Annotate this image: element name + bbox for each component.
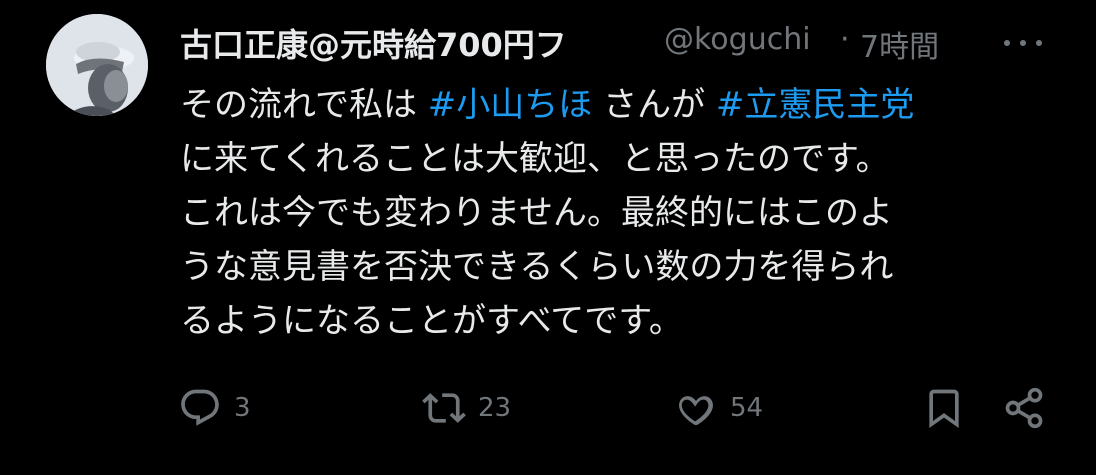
share-button[interactable] — [1002, 380, 1046, 436]
share-icon — [1005, 387, 1043, 429]
user-handle[interactable]: @koguchi — [664, 22, 838, 57]
tweet-text-segment: うな意見書を否決できるくらい数の力を得られ — [180, 247, 894, 287]
display-name[interactable]: 古口正康@元時給700円フ — [180, 20, 645, 66]
tweet-text-line: うな意見書を否決できるくらい数の力を得られ — [180, 240, 1030, 294]
bookmark-icon — [929, 389, 959, 429]
heart-icon — [679, 396, 713, 426]
retweet-icon — [422, 393, 466, 423]
reply-button[interactable]: 3 — [178, 380, 251, 436]
tweet-text-line: これは今でも変わりません。最終的にはこのよ — [180, 186, 1030, 240]
like-count: 54 — [730, 393, 764, 423]
tweet-text-segment: これは今でも変わりません。最終的にはこのよ — [180, 193, 893, 233]
tweet-text-segment: に来てくれることは大歓迎、と思ったのです。 — [180, 139, 890, 179]
tweet-text: その流れで私は #小山ちほ さんが #立憲民主党に来てくれることは大歓迎、と思っ… — [180, 78, 1030, 348]
separator: · — [840, 22, 850, 57]
tweet-text-segment: るようになることがすべてです。 — [180, 301, 683, 341]
tweet-text-segment: さんが — [592, 85, 716, 125]
tweet[interactable]: 古口正康@元時給700円フ @koguchi · 7時間 その流れで私は #小山… — [0, 0, 1096, 475]
tweet-text-line: に来てくれることは大歓迎、と思ったのです。 — [180, 132, 1030, 186]
reply-icon — [181, 389, 219, 426]
tweet-header: 古口正康@元時給700円フ @koguchi · 7時間 — [180, 18, 1080, 66]
avatar[interactable] — [46, 14, 148, 116]
reply-count: 3 — [234, 393, 251, 423]
tweet-text-segment: その流れで私は — [180, 85, 428, 125]
retweet-button[interactable]: 23 — [422, 380, 511, 436]
action-bar: 3 23 54 — [178, 380, 1058, 436]
hashtag-link[interactable]: #立憲民主党 — [716, 85, 915, 125]
retweet-count: 23 — [478, 393, 512, 423]
tweet-text-line: その流れで私は #小山ちほ さんが #立憲民主党 — [180, 78, 1030, 132]
like-button[interactable]: 54 — [674, 380, 763, 436]
more-icon[interactable] — [1000, 18, 1050, 62]
hashtag-link[interactable]: #小山ちほ — [428, 85, 593, 125]
bookmark-button[interactable] — [922, 380, 966, 436]
tweet-text-line: るようになることがすべてです。 — [180, 294, 1030, 348]
timestamp[interactable]: 7時間 — [860, 22, 939, 66]
avatar-image — [46, 14, 148, 116]
